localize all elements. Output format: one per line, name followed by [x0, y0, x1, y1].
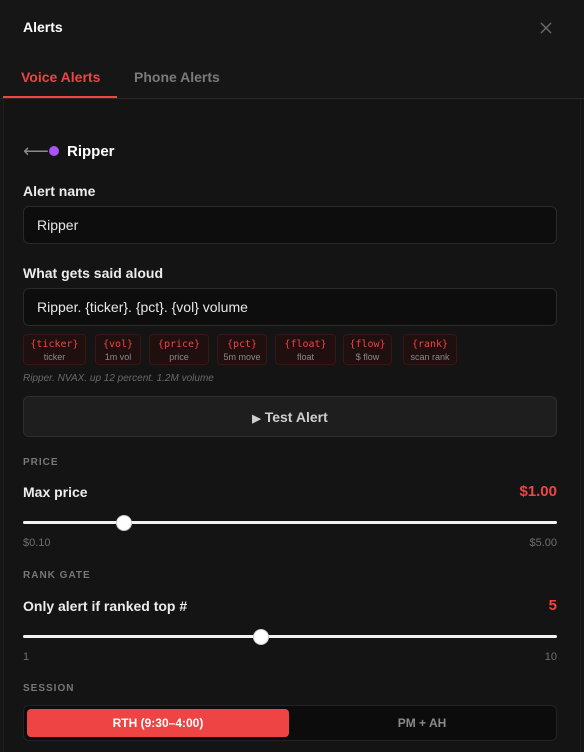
price-section-heading: PRICE: [23, 457, 59, 468]
active-tab-indicator: [3, 96, 117, 98]
token-code: {pct}: [226, 339, 258, 350]
tab-phone-alerts[interactable]: Phone Alerts: [134, 69, 220, 85]
max-price-value: $1.00: [519, 483, 557, 500]
session-option-rth[interactable]: RTH (9:30–4:00): [27, 709, 289, 737]
token-code: {float}: [284, 339, 327, 350]
token-code: {price}: [157, 339, 201, 350]
rank-gate-label: Only alert if ranked top #: [23, 598, 188, 614]
alerts-modal: Alerts Voice Alerts Phone Alerts ⟵ Rippe…: [0, 0, 584, 752]
speech-text-label: What gets said aloud: [23, 265, 164, 281]
rank-gate-slider[interactable]: [23, 629, 557, 645]
max-price-label: Max price: [23, 484, 88, 500]
alert-color-dot: [49, 146, 59, 156]
session-toggle: RTH (9:30–4:00) PM + AH: [23, 705, 557, 741]
token-description: $ flow: [355, 352, 380, 362]
token-chip-rank[interactable]: {rank} scan rank: [403, 334, 457, 365]
modal-header: Alerts: [0, 0, 584, 55]
token-description: float: [296, 352, 314, 362]
session-option-pm-ah[interactable]: PM + AH: [291, 709, 553, 737]
alert-name-input[interactable]: [23, 206, 557, 244]
close-button[interactable]: [534, 16, 558, 40]
slider-thumb[interactable]: [253, 630, 268, 644]
rank-max-label: 10: [544, 651, 557, 663]
token-code: {rank}: [411, 339, 449, 350]
price-max-label: $5.00: [529, 537, 557, 549]
token-code: {flow}: [349, 339, 386, 350]
slider-thumb[interactable]: [117, 516, 132, 530]
slider-track: [23, 635, 557, 638]
token-chip-vol[interactable]: {vol} 1m vol: [95, 334, 141, 365]
tab-voice-alerts[interactable]: Voice Alerts: [21, 69, 100, 85]
alert-name-label: Alert name: [23, 183, 96, 199]
token-chip-pct[interactable]: {pct} 5m move: [217, 334, 267, 365]
tab-bar: Voice Alerts Phone Alerts: [0, 55, 584, 99]
token-chip-flow[interactable]: {flow} $ flow: [343, 334, 392, 365]
token-chip-price[interactable]: {price} price: [149, 334, 209, 365]
alert-title: Ripper: [67, 143, 115, 160]
rank-min-label: 1: [23, 651, 30, 663]
rank-gate-value: 5: [548, 597, 557, 614]
play-icon: ▶: [252, 412, 261, 425]
max-price-slider[interactable]: [23, 515, 557, 531]
close-icon: [540, 22, 552, 34]
token-description: ticker: [43, 352, 66, 362]
token-description: scan rank: [410, 352, 450, 362]
token-code: {ticker}: [30, 339, 79, 350]
test-alert-button[interactable]: ▶ Test Alert: [23, 396, 557, 437]
token-chip-ticker[interactable]: {ticker} ticker: [23, 334, 86, 365]
test-alert-label: Test Alert: [264, 408, 328, 425]
token-code: {vol}: [102, 339, 134, 350]
token-description: price: [169, 352, 189, 362]
token-description: 1m vol: [104, 352, 132, 362]
modal-title: Alerts: [23, 19, 63, 35]
token-chip-float[interactable]: {float} float: [275, 334, 336, 365]
arrow-left-icon[interactable]: ⟵: [23, 141, 49, 161]
speech-preview-text: Ripper. NVAX. up 12 percent. 1.2M volume: [23, 373, 214, 384]
price-min-label: $0.10: [23, 537, 51, 549]
session-section-heading: SESSION: [23, 683, 75, 694]
speech-text-input[interactable]: [23, 288, 557, 326]
slider-track: [23, 521, 557, 524]
rank-section-heading: RANK GATE: [23, 570, 91, 581]
token-description: 5m move: [223, 352, 261, 362]
